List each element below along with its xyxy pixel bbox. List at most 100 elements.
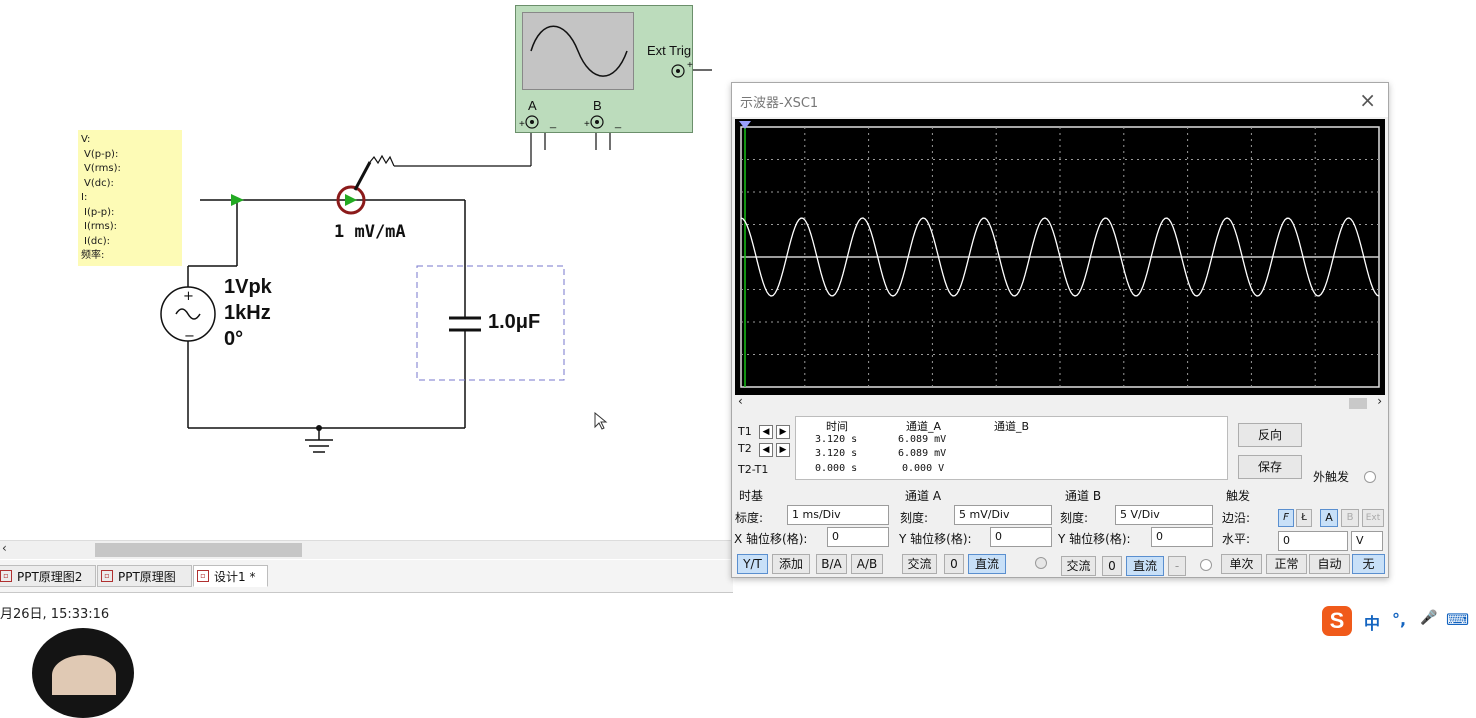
tab-ppt-schematic-2[interactable]: ▫ PPT原理图2 (0, 565, 96, 587)
timebase-scale-label: 标度: (735, 511, 764, 525)
a-minus: _ (550, 117, 557, 129)
channel-a-ac-button[interactable]: 交流 (902, 554, 937, 574)
x-position-label: X 轴位移(格): (734, 532, 808, 546)
trigger-single-button[interactable]: 单次 (1221, 554, 1262, 574)
scroll-left-icon[interactable]: ‹ (738, 394, 743, 408)
channel-a-scale-label: 刻度: (900, 511, 929, 525)
channel-a-scale-field[interactable]: 5 mV/Div (954, 505, 1052, 525)
tab-ppt-schematic[interactable]: ▫ PPT原理图 (97, 565, 192, 587)
trigger-edge-label: 边沿: (1222, 511, 1251, 525)
window-titlebar[interactable]: 示波器-XSC1 × (732, 83, 1388, 117)
scrollbar-thumb[interactable] (95, 543, 302, 557)
falling-edge-button[interactable]: Ł (1296, 509, 1312, 527)
source-amplitude[interactable]: 1Vpk (224, 274, 272, 300)
scroll-right-icon[interactable]: › (1377, 394, 1382, 408)
channel-b-radio[interactable] (1200, 559, 1212, 571)
schematic-icon: ▫ (101, 570, 113, 582)
trig-plus: + (687, 60, 693, 71)
col-chb-header: 通道_B (994, 420, 1030, 433)
trigger-auto-button[interactable]: 自动 (1309, 554, 1350, 574)
x-position-field[interactable]: 0 (827, 527, 889, 547)
probe-field: V(dc): (84, 177, 114, 189)
tab-label: PPT原理图 (118, 570, 176, 584)
probe-readout-box[interactable]: V: V(p-p): V(rms): V(dc): I: I(p-p): I(r… (78, 130, 182, 266)
canvas-horizontal-scrollbar[interactable]: ‹ (0, 540, 733, 559)
window-title: 示波器-XSC1 (740, 96, 819, 111)
col-cha-header: 通道_A (906, 420, 942, 433)
channel-b-minus-button[interactable]: - (1168, 556, 1186, 576)
sogou-logo-icon[interactable]: S (1322, 606, 1352, 636)
channel-a-zero-button[interactable]: 0 (944, 554, 964, 574)
source-phase[interactable]: 0° (224, 326, 243, 352)
avatar-face (52, 655, 116, 695)
cursor-t2-label: T2 (738, 442, 752, 455)
channel-a-ypos-label: Y 轴位移(格): (899, 532, 972, 546)
t2-cha: 6.089 mV (898, 448, 947, 459)
trigger-normal-button[interactable]: 正常 (1266, 554, 1307, 574)
source-frequency[interactable]: 1kHz (224, 300, 271, 326)
channel-b-title: 通道 B (1065, 489, 1102, 503)
diff-time: 0.000 s (815, 463, 858, 474)
mode-ba-button[interactable]: B/A (816, 554, 847, 574)
channel-b-scale-field[interactable]: 5 V/Div (1115, 505, 1213, 525)
oscilloscope-instrument-icon[interactable]: Ext Trig A B + _ + _ + (515, 5, 693, 133)
close-icon[interactable]: × (1359, 88, 1376, 112)
cursor-diff-label: T2-T1 (738, 463, 769, 476)
current-probe-ratio: 1 mV/mA (334, 222, 406, 242)
timebase-scale-field[interactable]: 1 ms/Div (787, 505, 889, 525)
b-plus: + (584, 119, 590, 130)
tab-label: PPT原理图2 (17, 570, 83, 584)
schematic-icon: ▫ (197, 570, 209, 582)
scope-display[interactable] (735, 119, 1385, 395)
channel-a-radio[interactable] (1035, 557, 1047, 569)
t1-left-arrow-icon[interactable]: ◀ (759, 425, 773, 439)
trigger-level-unit[interactable]: V (1351, 531, 1383, 551)
channel-a-dc-button[interactable]: 直流 (968, 554, 1006, 574)
t1-right-arrow-icon[interactable]: ▶ (776, 425, 790, 439)
ime-punctuation[interactable]: °, (1392, 610, 1406, 629)
capacitor-value[interactable]: 1.0μF (488, 309, 540, 335)
channel-b-ypos-field[interactable]: 0 (1151, 527, 1213, 547)
design-tabs: ▫ PPT原理图2 ▫ PPT原理图 ▫ 设计1 * (0, 560, 733, 593)
probe-field: I(p-p): (84, 206, 115, 218)
channel-b-scale-label: 刻度: (1060, 511, 1089, 525)
t2-left-arrow-icon[interactable]: ◀ (759, 443, 773, 457)
trigger-none-button[interactable]: 无 (1352, 554, 1385, 574)
scrollbar-thumb[interactable] (1349, 398, 1367, 409)
t2-right-arrow-icon[interactable]: ▶ (776, 443, 790, 457)
reverse-button[interactable]: 反向 (1238, 423, 1302, 447)
trigger-level-label: 水平: (1222, 532, 1251, 546)
channel-b-zero-button[interactable]: 0 (1102, 556, 1122, 576)
mode-ab-button[interactable]: A/B (851, 554, 883, 574)
ime-toolbar[interactable]: S 中 °, 🎤 ⌨ (1322, 606, 1476, 636)
trigger-level-field[interactable]: 0 (1278, 531, 1348, 551)
scope-scrollbar[interactable]: ‹ › (735, 394, 1385, 410)
ext-trigger-label: 外触发 (1313, 470, 1350, 484)
probe-field: I(dc): (84, 235, 110, 247)
probe-field: V(p-p): (84, 148, 119, 160)
ime-chinese-mode[interactable]: 中 (1364, 610, 1380, 634)
save-button[interactable]: 保存 (1238, 455, 1302, 479)
trigger-title: 触发 (1226, 489, 1251, 503)
t1-time: 3.120 s (815, 434, 858, 445)
rising-edge-button[interactable]: F (1278, 509, 1294, 527)
mode-add-button[interactable]: 添加 (772, 554, 810, 574)
oscilloscope-window: 示波器-XSC1 × ‹ › T1 ◀ ▶ T2 ◀ ▶ T2-T1 时间 通道… (731, 82, 1389, 578)
trigger-source-b-button[interactable]: B (1341, 509, 1359, 527)
ext-trigger-radio[interactable] (1364, 471, 1376, 483)
trigger-source-ext-button[interactable]: Ext (1362, 509, 1384, 527)
mode-yt-button[interactable]: Y/T (737, 554, 768, 574)
b-minus: _ (615, 117, 622, 129)
channel-b-ac-button[interactable]: 交流 (1061, 556, 1096, 576)
trigger-source-a-button[interactable]: A (1320, 509, 1338, 527)
tab-design-1[interactable]: ▫ 设计1 * (193, 565, 268, 587)
cursor-measurement-table: 时间 通道_A 通道_B 3.120 s 6.089 mV 3.120 s 6.… (795, 416, 1228, 480)
keyboard-icon[interactable]: ⌨ (1446, 610, 1469, 629)
scroll-left-icon[interactable]: ‹ (2, 541, 7, 555)
channel-b-dc-button[interactable]: 直流 (1126, 556, 1164, 576)
timestamp: 月26日, 15:33:16 (0, 607, 110, 622)
a-plus: + (519, 119, 525, 130)
diff-cha: 0.000 V (902, 463, 945, 474)
microphone-icon[interactable]: 🎤 (1420, 610, 1437, 626)
channel-a-ypos-field[interactable]: 0 (990, 527, 1052, 547)
